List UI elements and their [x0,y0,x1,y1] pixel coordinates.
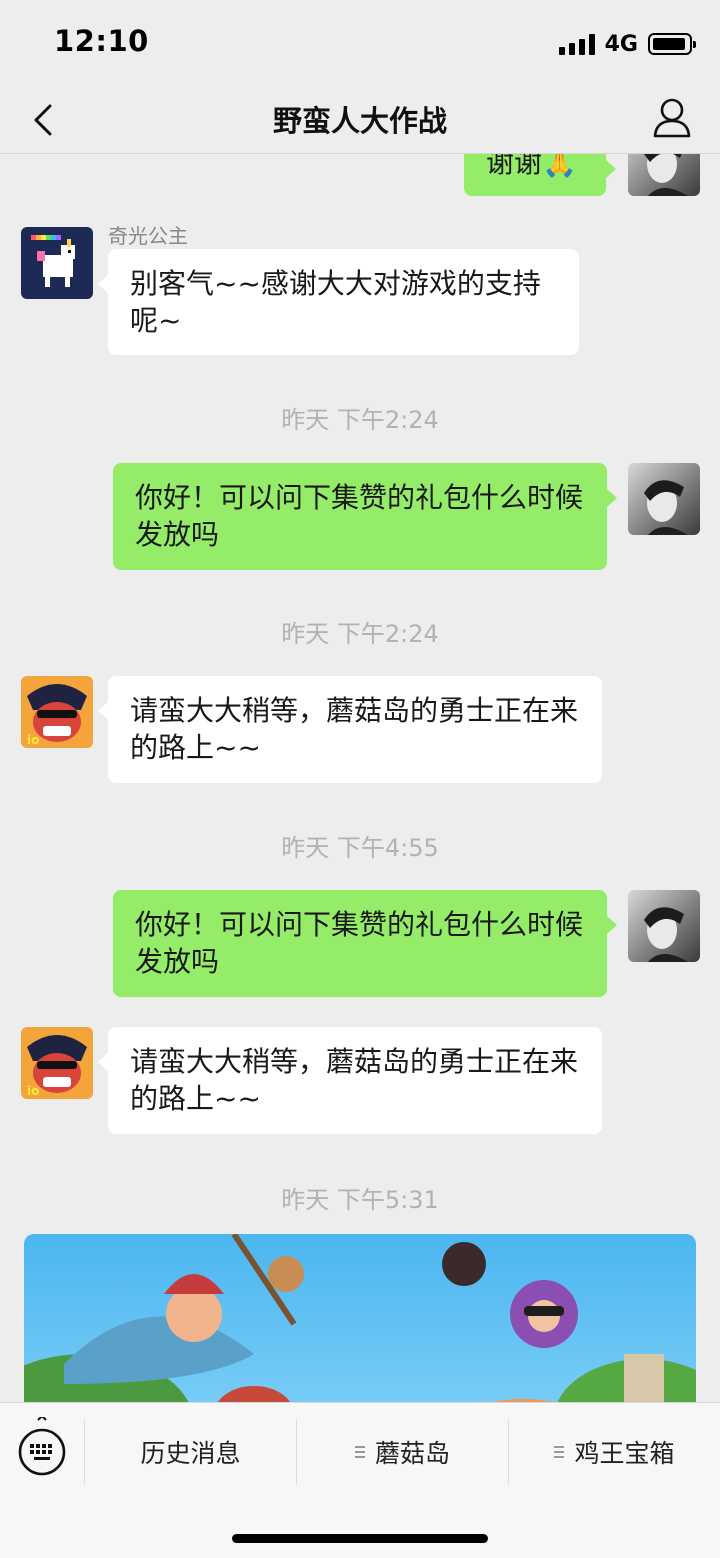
submenu-icon [554,1446,565,1458]
status-indicators: 4G [558,30,696,58]
chat-title: 野蛮人大作战 [272,104,447,138]
message-bubble-outgoing[interactable]: 你好！可以问下集赞的礼包什么时候发放吗 [113,890,617,997]
user-icon[interactable] [652,96,692,140]
svg-text:io: io [27,1084,39,1098]
status-time: 12:10 [54,24,149,58]
message-text: 你好！可以问下集赞的礼包什么时候发放吗 [135,908,584,978]
menu-item-mushroom-island[interactable]: 蘑菇岛 [297,1417,508,1487]
menu-item-chicken-chest[interactable]: 鸡王宝箱 [509,1417,720,1487]
nav-bar: 野蛮人大作战 [0,88,720,154]
timestamp: 昨天 下午5:31 [281,1186,439,1214]
timestamp: 昨天 下午4:55 [281,834,439,862]
home-indicator[interactable] [232,1534,488,1543]
game-banner-image[interactable] [24,1234,696,1402]
user-avatar[interactable] [628,890,700,962]
menu-item-history[interactable]: 历史消息 [85,1417,296,1487]
message-bubble-incoming[interactable]: 别客气~~感谢大大对游戏的支持呢~ [98,249,579,355]
user-avatar[interactable] [628,463,700,535]
sender-name: 奇光公主 [108,224,188,248]
network-type: 4G [604,31,638,57]
message-bubble-incoming[interactable]: 请蛮大大稍等，蘑菇岛的勇士正在来的路上~~ [98,1027,602,1134]
battery-icon [648,33,696,55]
svg-text:io: io [27,733,39,747]
message-text: 别客气~~感谢大大对游戏的支持呢~ [130,267,541,337]
barbarian-avatar[interactable]: io [21,676,93,748]
unicorn-avatar[interactable] [21,227,93,299]
chat-area[interactable]: 谢谢🙏 奇光公主 别客气~~感谢大大对游戏的支持呢~ 昨天 下午2:24 你好！… [0,154,720,1402]
message-bubble-outgoing[interactable]: 谢谢🙏 [464,154,616,196]
message-bubble-incoming[interactable]: 请蛮大大稍等，蘑菇岛的勇士正在来的路上~~ [98,676,602,783]
timestamp: 昨天 下午2:24 [281,620,439,648]
message-text: 请蛮大大稍等，蘑菇岛的勇士正在来的路上~~ [130,694,579,764]
status-bar: 12:10 4G [0,0,720,88]
barbarian-avatar[interactable]: io [21,1027,93,1099]
message-text: 谢谢🙏 [486,154,577,179]
timestamp: 昨天 下午2:24 [281,406,439,434]
message-bubble-outgoing[interactable]: 你好！可以问下集赞的礼包什么时候发放吗 [113,463,617,570]
keyboard-icon[interactable] [17,1417,67,1477]
menu-item-label: 蘑菇岛 [374,1439,450,1468]
message-text: 你好！可以问下集赞的礼包什么时候发放吗 [135,481,584,551]
message-text: 请蛮大大稍等，蘑菇岛的勇士正在来的路上~~ [130,1045,579,1115]
menu-item-label: 鸡王宝箱 [574,1439,675,1468]
signal-icon [558,33,595,55]
user-avatar[interactable] [628,154,700,196]
submenu-icon [354,1446,365,1458]
menu-item-label: 历史消息 [140,1439,241,1468]
